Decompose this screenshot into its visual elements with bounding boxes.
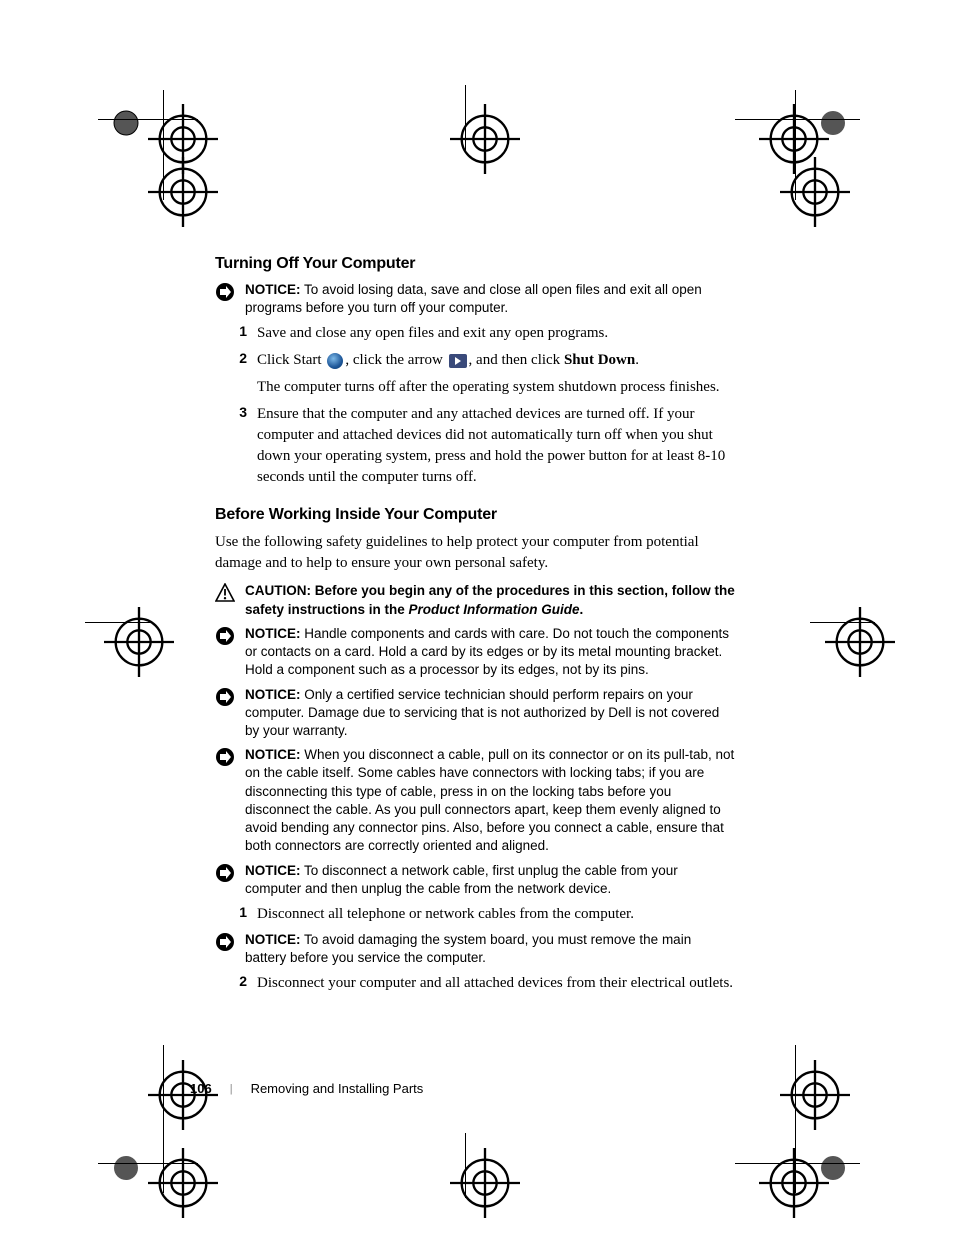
list-number: 2: [215, 350, 257, 366]
step-text: .: [635, 352, 639, 368]
list-item: 2 Click Start , click the arrow , and th…: [215, 350, 735, 398]
registration-mark-icon: [148, 157, 218, 227]
crop-line: [465, 1133, 466, 1198]
page-footer: 106 | Removing and Installing Parts: [190, 1081, 423, 1096]
registration-mark-icon: [450, 104, 520, 174]
notice-text: NOTICE: To disconnect a network cable, f…: [245, 862, 735, 898]
crop-line: [85, 622, 150, 623]
notice-label: NOTICE:: [245, 626, 301, 641]
caution-triangle-icon: [215, 583, 235, 603]
list-item: 1 Disconnect all telephone or network ca…: [215, 904, 735, 925]
list-body: Disconnect all telephone or network cabl…: [257, 904, 735, 925]
arrow-button-icon: [449, 354, 467, 368]
notice-body: When you disconnect a cable, pull on its…: [245, 747, 734, 853]
notice-arrow-icon: [215, 282, 235, 302]
notice-body: To avoid damaging the system board, you …: [245, 932, 691, 965]
chapter-title: Removing and Installing Parts: [251, 1081, 424, 1096]
footer-separator: |: [230, 1083, 233, 1095]
notice-block: NOTICE: To disconnect a network cable, f…: [215, 862, 735, 898]
product-guide-ref: Product Information Guide: [409, 602, 580, 617]
notice-text: NOTICE: When you disconnect a cable, pul…: [245, 746, 735, 855]
caution-label: CAUTION:: [245, 583, 311, 598]
caution-body: .: [580, 602, 584, 617]
notice-arrow-icon: [215, 863, 235, 883]
notice-label: NOTICE:: [245, 747, 301, 762]
crop-line: [795, 90, 796, 200]
list-body: Save and close any open files and exit a…: [257, 323, 735, 344]
crop-line: [795, 1045, 796, 1193]
print-mark-icon: [112, 109, 140, 137]
intro-paragraph: Use the following safety guidelines to h…: [215, 532, 735, 574]
list-body: Ensure that the computer and any attache…: [257, 404, 735, 488]
windows-start-icon: [327, 353, 343, 369]
caution-text: CAUTION: Before you begin any of the pro…: [245, 582, 735, 618]
crop-line: [163, 90, 164, 200]
crop-line: [163, 1045, 164, 1193]
print-mark-icon: [819, 1154, 847, 1182]
notice-text: NOTICE: Only a certified service technic…: [245, 686, 735, 741]
step-text: , and then click: [469, 352, 564, 368]
list-body: Disconnect your computer and all attache…: [257, 973, 735, 994]
notice-block: NOTICE: Only a certified service technic…: [215, 686, 735, 741]
crop-line: [98, 1163, 198, 1164]
registration-mark-icon: [450, 1148, 520, 1218]
crop-line: [810, 622, 875, 623]
list-number: 3: [215, 404, 257, 420]
notice-label: NOTICE:: [245, 687, 301, 702]
notice-body: Handle components and cards with care. D…: [245, 626, 729, 677]
registration-mark-icon: [148, 104, 218, 174]
print-mark-icon: [819, 109, 847, 137]
crop-line: [465, 85, 466, 150]
registration-mark-icon: [825, 607, 895, 677]
list-item: 1 Save and close any open files and exit…: [215, 323, 735, 344]
caution-block: CAUTION: Before you begin any of the pro…: [215, 582, 735, 618]
notice-arrow-icon: [215, 687, 235, 707]
notice-text: NOTICE: To avoid damaging the system boa…: [245, 931, 735, 967]
shut-down-label: Shut Down: [564, 352, 635, 368]
section-heading: Before Working Inside Your Computer: [215, 506, 735, 524]
notice-text: NOTICE: To avoid losing data, save and c…: [245, 281, 735, 317]
notice-arrow-icon: [215, 747, 235, 767]
list-item: 3 Ensure that the computer and any attac…: [215, 404, 735, 488]
notice-body: To disconnect a network cable, first unp…: [245, 863, 678, 896]
page-content: Turning Off Your Computer NOTICE: To avo…: [215, 255, 735, 1000]
registration-mark-icon: [148, 1148, 218, 1218]
crop-line: [735, 119, 860, 120]
notice-body: To avoid losing data, save and close all…: [245, 282, 702, 315]
list-number: 1: [215, 904, 257, 920]
step-text: , click the arrow: [345, 352, 446, 368]
notice-block: NOTICE: When you disconnect a cable, pul…: [215, 746, 735, 855]
notice-text: NOTICE: Handle components and cards with…: [245, 625, 735, 680]
page-number: 106: [190, 1081, 212, 1096]
notice-label: NOTICE:: [245, 932, 301, 947]
notice-block: NOTICE: To avoid damaging the system boa…: [215, 931, 735, 967]
notice-label: NOTICE:: [245, 282, 301, 297]
registration-mark-icon: [780, 157, 850, 227]
registration-mark-icon: [104, 607, 174, 677]
step-subtext: The computer turns off after the operati…: [257, 377, 735, 398]
print-mark-icon: [112, 1154, 140, 1182]
notice-label: NOTICE:: [245, 863, 301, 878]
notice-arrow-icon: [215, 932, 235, 952]
notice-block: NOTICE: Handle components and cards with…: [215, 625, 735, 680]
notice-arrow-icon: [215, 626, 235, 646]
crop-line: [98, 119, 198, 120]
registration-mark-icon: [780, 1060, 850, 1130]
list-number: 2: [215, 973, 257, 989]
list-item: 2 Disconnect your computer and all attac…: [215, 973, 735, 994]
crop-line: [735, 1163, 860, 1164]
list-number: 1: [215, 323, 257, 339]
list-body: Click Start , click the arrow , and then…: [257, 350, 735, 398]
step-text: Click Start: [257, 352, 325, 368]
notice-body: Only a certified service technician shou…: [245, 687, 719, 738]
notice-block: NOTICE: To avoid losing data, save and c…: [215, 281, 735, 317]
section-heading: Turning Off Your Computer: [215, 255, 735, 273]
